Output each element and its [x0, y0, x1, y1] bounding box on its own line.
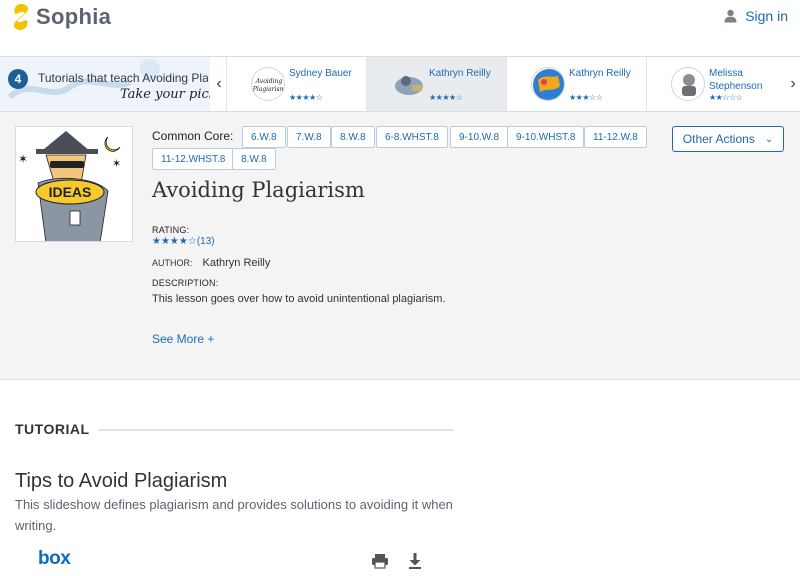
carousel-item[interactable]: Avoiding Plagiarism Sydney Bauer ★★★★☆ [226, 57, 366, 111]
thumbnail-ideas-text: IDEAS [49, 184, 92, 200]
rating-count: (13) [196, 236, 215, 247]
box-logo[interactable]: box [38, 548, 71, 570]
svg-text:✶: ✶ [112, 158, 121, 170]
carousel-item-thumbnail [391, 67, 425, 101]
other-actions-dropdown[interactable]: Other Actions ⌄ [672, 126, 784, 152]
svg-text:✶: ✶ [18, 152, 28, 166]
rating-stars: ★★★★☆ [152, 236, 197, 247]
take-your-pick-text: Take your pick: [120, 87, 210, 102]
tutorial-thumbnail: ✶ ✶ IDEAS [15, 126, 133, 242]
description-label: DESCRIPTION: [152, 278, 219, 288]
slideshow-title: Tips to Avoid Plagiarism [15, 470, 228, 492]
related-tutorials-carousel: 4 Tutorials that teach Avoiding Plagiari… [0, 56, 800, 112]
author-name: Kathryn Reilly [202, 257, 271, 269]
carousel-intro: 4 Tutorials that teach Avoiding Plagiari… [0, 57, 210, 111]
svg-text:Plagiarism: Plagiarism [252, 86, 285, 93]
standard-tag[interactable]: 7.W.8 [287, 126, 331, 148]
carousel-item-stars: ★★★★☆ [429, 93, 463, 102]
standard-tag[interactable]: 6.W.8 [242, 126, 286, 148]
carousel-item-thumbnail [531, 67, 565, 101]
standard-tag[interactable]: 9-10.W.8 [450, 126, 509, 148]
tutorial-count-badge: 4 [8, 69, 28, 89]
carousel-item[interactable]: Kathryn Reilly ★★★★☆ [366, 57, 506, 111]
carousel-item[interactable]: Kathryn Reilly ★★★☆☆ [506, 57, 646, 111]
sophia-logo[interactable]: Sophia [10, 2, 111, 32]
tutorial-detail-panel: ✶ ✶ IDEAS Common Core: 6.W.8 7.W.8 8.W.8… [0, 112, 800, 380]
slideshow-description: This slideshow defines plagiarism and pr… [15, 497, 453, 533]
sophia-logo-icon [13, 4, 29, 30]
standard-tag[interactable]: 11-12.W.8 [584, 126, 647, 148]
chevron-right-icon: › [790, 75, 796, 92]
standard-tag[interactable]: 9-10.WHST.8 [507, 126, 585, 148]
standard-tag[interactable]: 6-8.WHST.8 [376, 126, 448, 148]
standard-tag[interactable]: 8.W.8 [331, 126, 375, 148]
rating-display[interactable]: ★★★★☆(13) [152, 236, 215, 247]
carousel-item-stars: ★★★★☆ [289, 93, 323, 102]
carousel-item-stars: ★★★☆☆ [569, 93, 603, 102]
logo-text: Sophia [36, 4, 112, 29]
other-actions-label: Other Actions [682, 132, 755, 146]
sign-in-link[interactable]: Sign in [724, 8, 788, 24]
carousel-item-author: Melissa Stephenson [709, 68, 763, 92]
print-icon[interactable] [371, 552, 389, 570]
chevron-left-icon: ‹ [216, 75, 222, 92]
standard-tag[interactable]: 8.W.8 [232, 148, 276, 170]
see-more-link[interactable]: See More + [152, 332, 214, 346]
standard-tag[interactable]: 11-12.WHST.8 [152, 148, 235, 170]
description-text: This lesson goes over how to avoid unint… [152, 293, 446, 305]
author-label: AUTHOR: [152, 258, 193, 268]
rating-label: RATING: [152, 225, 190, 235]
top-bar: Sophia Sign in [0, 0, 800, 56]
carousel-intro-text: Tutorials that teach Avoiding Plagiarism [38, 71, 208, 85]
carousel-next-button[interactable]: › [784, 57, 800, 111]
carousel-item-author: Kathryn Reilly [569, 68, 631, 79]
chevron-down-icon: ⌄ [764, 133, 774, 145]
svg-text:Avoiding: Avoiding [255, 78, 283, 85]
section-divider [98, 429, 454, 431]
tutorial-title: Avoiding Plagiarism [152, 178, 365, 202]
carousel-item-thumbnail [671, 67, 705, 101]
carousel-item-thumbnail: Avoiding Plagiarism [251, 67, 285, 101]
user-icon [724, 9, 737, 23]
carousel-item-author: Sydney Bauer [289, 68, 352, 79]
download-icon[interactable] [406, 552, 424, 570]
carousel-item-author: Kathryn Reilly [429, 68, 491, 79]
common-core-label: Common Core: [152, 129, 234, 143]
tutorial-section-heading: TUTORIAL [15, 421, 90, 437]
carousel-item-stars: ★★☆☆☆ [709, 93, 743, 102]
carousel-item[interactable]: Melissa Stephenson ★★☆☆☆ [646, 57, 786, 111]
sign-in-label: Sign in [745, 8, 788, 24]
author-row: AUTHOR: Kathryn Reilly [152, 257, 270, 269]
